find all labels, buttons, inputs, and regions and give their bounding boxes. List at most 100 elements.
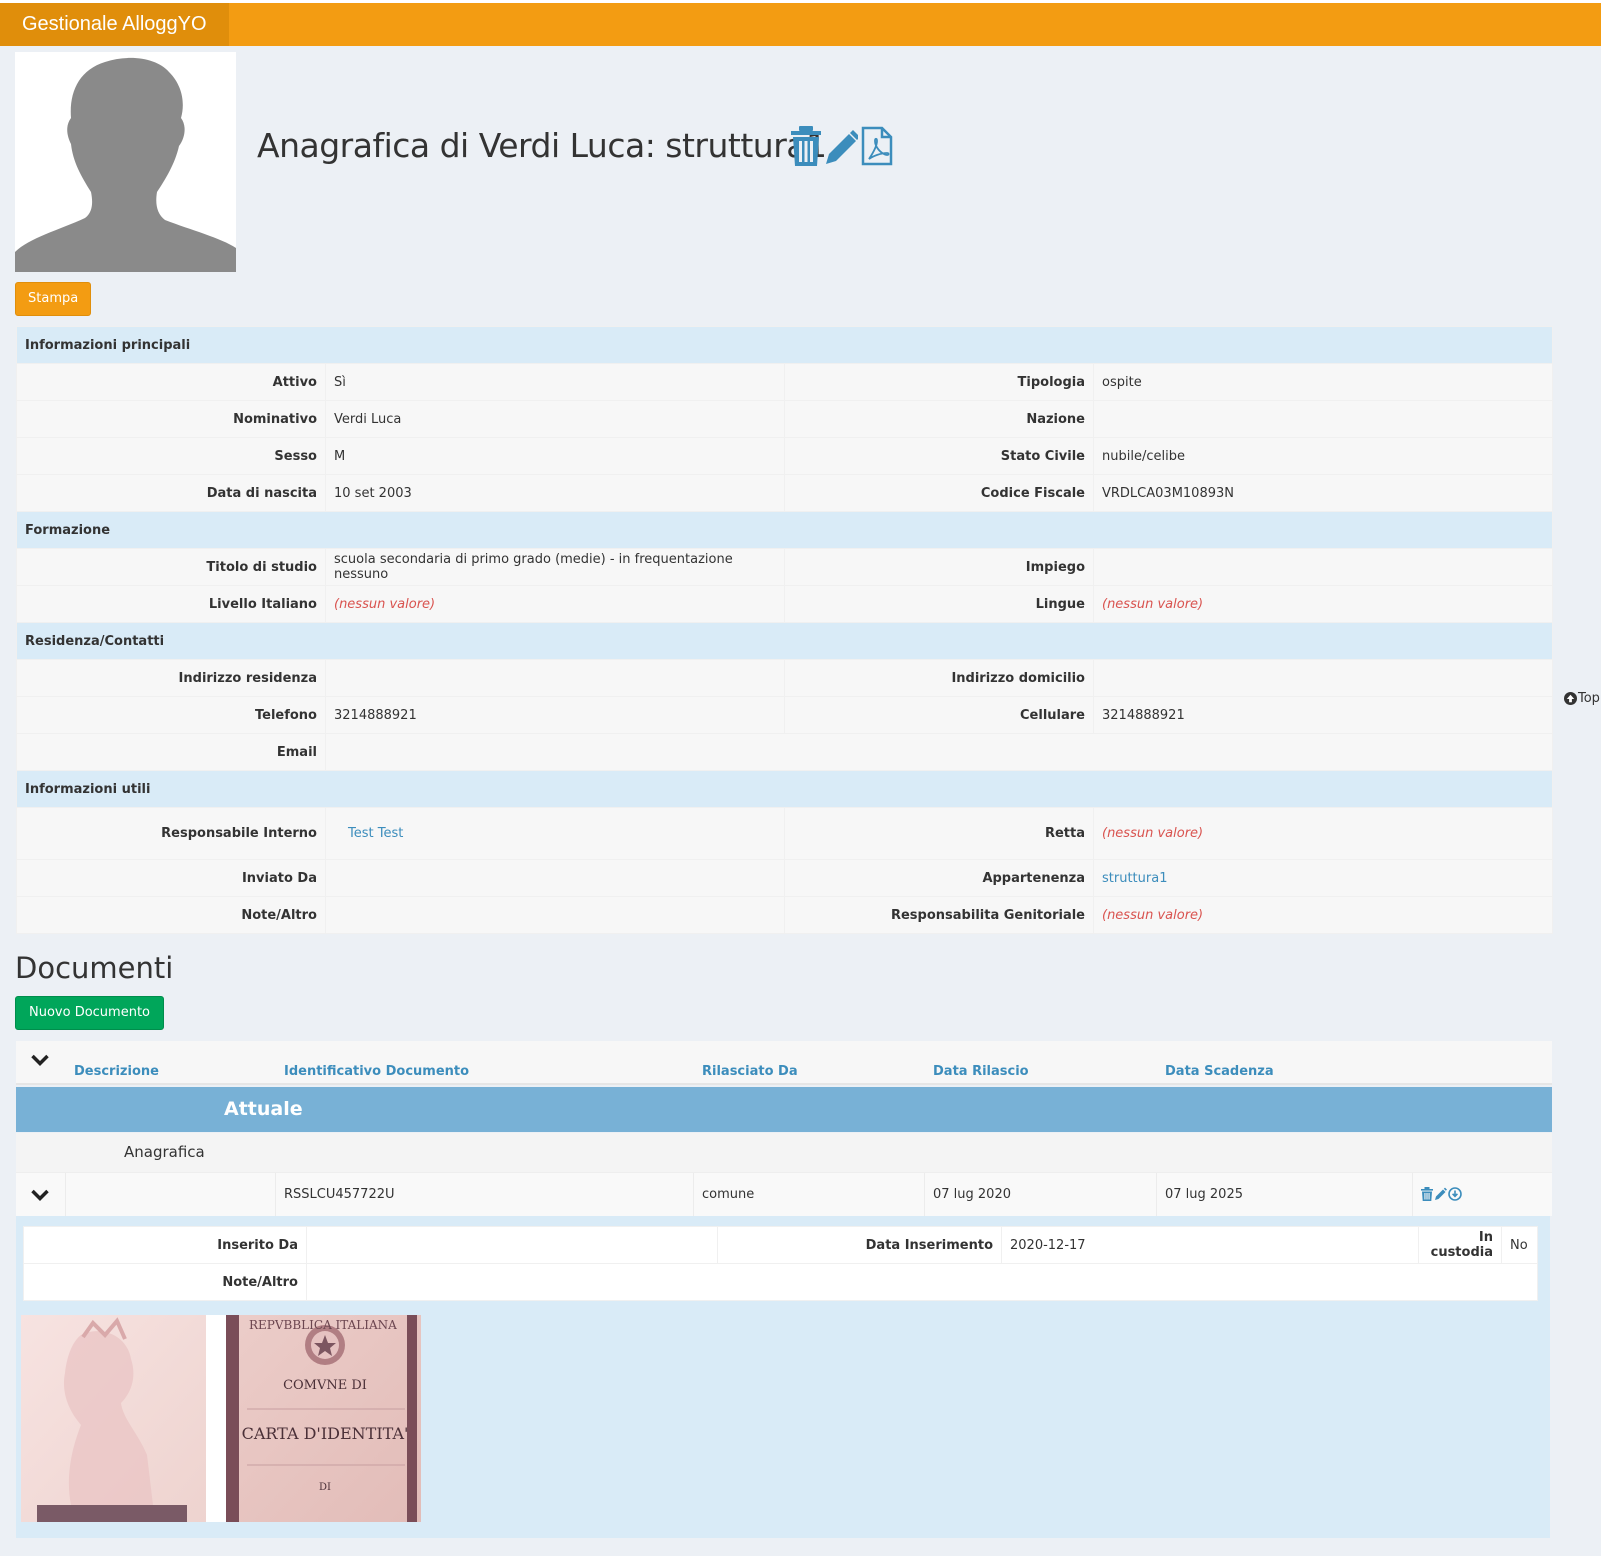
value-data-inserimento: 2020-12-17 bbox=[1001, 1226, 1419, 1264]
value-retta: (nessun valore) bbox=[1102, 826, 1204, 841]
pencil-icon[interactable] bbox=[824, 128, 860, 170]
document-row-actions bbox=[1421, 1187, 1462, 1205]
label-titolo-studio: Titolo di studio bbox=[16, 548, 326, 586]
document-row: RSSLCU457722U comune 07 lug 2020 07 lug … bbox=[16, 1172, 1552, 1217]
col-rilasciato-da[interactable]: Rilasciato Da bbox=[702, 1064, 798, 1079]
app-brand[interactable]: Gestionale AlloggYO bbox=[0, 3, 229, 46]
label-livello-italiano: Livello Italiano bbox=[16, 585, 326, 623]
label-sesso: Sesso bbox=[16, 437, 326, 475]
label-nominativo: Nominativo bbox=[16, 400, 326, 438]
value-codice-fiscale: VRDLCA03M10893N bbox=[1093, 474, 1553, 512]
chevron-down-icon[interactable] bbox=[31, 1188, 49, 1206]
value-data-nascita: 10 set 2003 bbox=[325, 474, 785, 512]
table-row: Data di nascita 10 set 2003 Codice Fisca… bbox=[16, 474, 1553, 512]
label-responsabile-interno: Responsabile Interno bbox=[16, 807, 326, 860]
label-inserito-da: Inserito Da bbox=[23, 1226, 307, 1264]
download-circle-icon[interactable] bbox=[1448, 1187, 1462, 1205]
value-inviato-da bbox=[325, 859, 785, 897]
table-row: Email bbox=[16, 733, 1553, 771]
table-row: Telefono 3214888921 Cellulare 3214888921 bbox=[16, 696, 1553, 734]
top-navbar: Gestionale AlloggYO bbox=[0, 0, 1601, 46]
col-descrizione[interactable]: Descrizione bbox=[74, 1064, 159, 1079]
card-line3-text: DI bbox=[319, 1482, 331, 1493]
trash-icon[interactable] bbox=[1421, 1187, 1433, 1205]
title-actions bbox=[790, 126, 894, 170]
value-in-custodia: No bbox=[1501, 1226, 1538, 1264]
label-stato-civile: Stato Civile bbox=[784, 437, 1094, 475]
label-cellulare: Cellulare bbox=[784, 696, 1094, 734]
back-to-top-label: Top bbox=[1578, 691, 1600, 706]
card-arc-text: REPVBBLICA ITALIANA bbox=[249, 1318, 397, 1332]
card-line1-text: COMVNE DI bbox=[283, 1378, 367, 1393]
back-to-top-link[interactable]: Top bbox=[1564, 691, 1600, 706]
label-impiego: Impiego bbox=[784, 548, 1094, 586]
new-document-button[interactable]: Nuovo Documento bbox=[15, 996, 164, 1030]
pencil-icon[interactable] bbox=[1434, 1187, 1447, 1205]
value-tipologia: ospite bbox=[1093, 363, 1553, 401]
table-row: Indirizzo residenza Indirizzo domicilio bbox=[16, 659, 1553, 697]
label-responsabilita-genitoriale: Responsabilita Genitoriale bbox=[784, 896, 1094, 934]
table-row: Inviato Da Appartenenza struttura1 bbox=[16, 859, 1553, 897]
label-inviato-da: Inviato Da bbox=[16, 859, 326, 897]
label-lingue: Lingue bbox=[784, 585, 1094, 623]
table-row: Sesso M Stato Civile nubile/celibe bbox=[16, 437, 1553, 475]
table-row: Responsabile Interno Test Test Retta (ne… bbox=[16, 807, 1553, 860]
value-attivo: Sì bbox=[325, 363, 785, 401]
value-responsabilita-genitoriale: (nessun valore) bbox=[1102, 907, 1204, 923]
arrow-up-circle-icon bbox=[1564, 692, 1578, 705]
trash-icon[interactable] bbox=[790, 126, 822, 170]
label-indirizzo-domicilio: Indirizzo domicilio bbox=[784, 659, 1094, 697]
value-nominativo: Verdi Luca bbox=[325, 400, 785, 438]
pdf-icon[interactable] bbox=[860, 126, 894, 170]
table-row: Attivo Sì Tipologia ospite bbox=[16, 363, 1553, 401]
label-data-nascita: Data di nascita bbox=[16, 474, 326, 512]
table-row: Inserito Da Data Inserimento 2020-12-17 … bbox=[23, 1226, 1538, 1264]
subgroup-title: Anagrafica bbox=[124, 1143, 205, 1161]
label-note-altro-doc: Note/Altro bbox=[23, 1263, 307, 1301]
section-informazioni-utili: Informazioni utili bbox=[16, 770, 1553, 808]
value-impiego bbox=[1093, 548, 1553, 586]
chevron-down-icon[interactable] bbox=[31, 1053, 49, 1071]
value-livello-italiano: (nessun valore) bbox=[334, 596, 436, 612]
value-titolo-studio: scuola secondaria di primo grado (medie)… bbox=[325, 548, 785, 586]
value-email bbox=[325, 733, 1553, 771]
label-note-altro: Note/Altro bbox=[16, 896, 326, 934]
section-residenza-contatti: Residenza/Contatti bbox=[16, 622, 1553, 660]
print-button[interactable]: Stampa bbox=[15, 282, 92, 316]
section-formazione: Formazione bbox=[16, 511, 1553, 549]
label-telefono: Telefono bbox=[16, 696, 326, 734]
value-note-altro-doc bbox=[306, 1263, 1538, 1301]
table-row: Note/Altro Responsabilita Genitoriale (n… bbox=[16, 896, 1553, 934]
col-data-scadenza[interactable]: Data Scadenza bbox=[1165, 1064, 1274, 1079]
value-lingue: (nessun valore) bbox=[1102, 596, 1204, 612]
group-row-attuale: Attuale bbox=[16, 1087, 1552, 1132]
table-row: Nominativo Verdi Luca Nazione bbox=[16, 400, 1553, 438]
documents-table-header: Descrizione Identificativo Documento Ril… bbox=[16, 1041, 1552, 1085]
label-data-inserimento: Data Inserimento bbox=[717, 1226, 1002, 1264]
label-indirizzo-residenza: Indirizzo residenza bbox=[16, 659, 326, 697]
card-line2-text: CARTA D'IDENTITA' bbox=[242, 1424, 409, 1443]
label-retta: Retta bbox=[784, 807, 1094, 860]
value-telefono: 3214888921 bbox=[325, 696, 785, 734]
cell-data-rilascio: 07 lug 2020 bbox=[933, 1187, 1011, 1202]
table-row: Livello Italiano (nessun valore) Lingue … bbox=[16, 585, 1553, 623]
value-inserito-da bbox=[306, 1226, 718, 1264]
label-in-custodia: In custodia bbox=[1418, 1226, 1502, 1264]
table-row: Note/Altro bbox=[23, 1263, 1538, 1301]
section-informazioni-principali: Informazioni principali bbox=[16, 326, 1553, 364]
documents-title: Documenti bbox=[15, 951, 174, 985]
col-identificativo-documento[interactable]: Identificativo Documento bbox=[284, 1064, 469, 1079]
value-sesso: M bbox=[325, 437, 785, 475]
label-tipologia: Tipologia bbox=[784, 363, 1094, 401]
document-image[interactable]: REPVBBLICA ITALIANA COMVNE DI CARTA D'ID… bbox=[21, 1315, 421, 1522]
link-appartenenza[interactable]: struttura1 bbox=[1102, 871, 1167, 886]
info-table: Informazioni principali Attivo Sì Tipolo… bbox=[16, 326, 1553, 934]
value-indirizzo-residenza bbox=[325, 659, 785, 697]
subgroup-row-anagrafica: Anagrafica bbox=[16, 1133, 1552, 1172]
value-indirizzo-domicilio bbox=[1093, 659, 1553, 697]
link-responsabile-interno[interactable]: Test Test bbox=[348, 826, 403, 841]
col-data-rilascio[interactable]: Data Rilascio bbox=[933, 1064, 1029, 1079]
label-nazione: Nazione bbox=[784, 400, 1094, 438]
label-email: Email bbox=[16, 733, 326, 771]
cell-identificativo: RSSLCU457722U bbox=[284, 1187, 395, 1202]
